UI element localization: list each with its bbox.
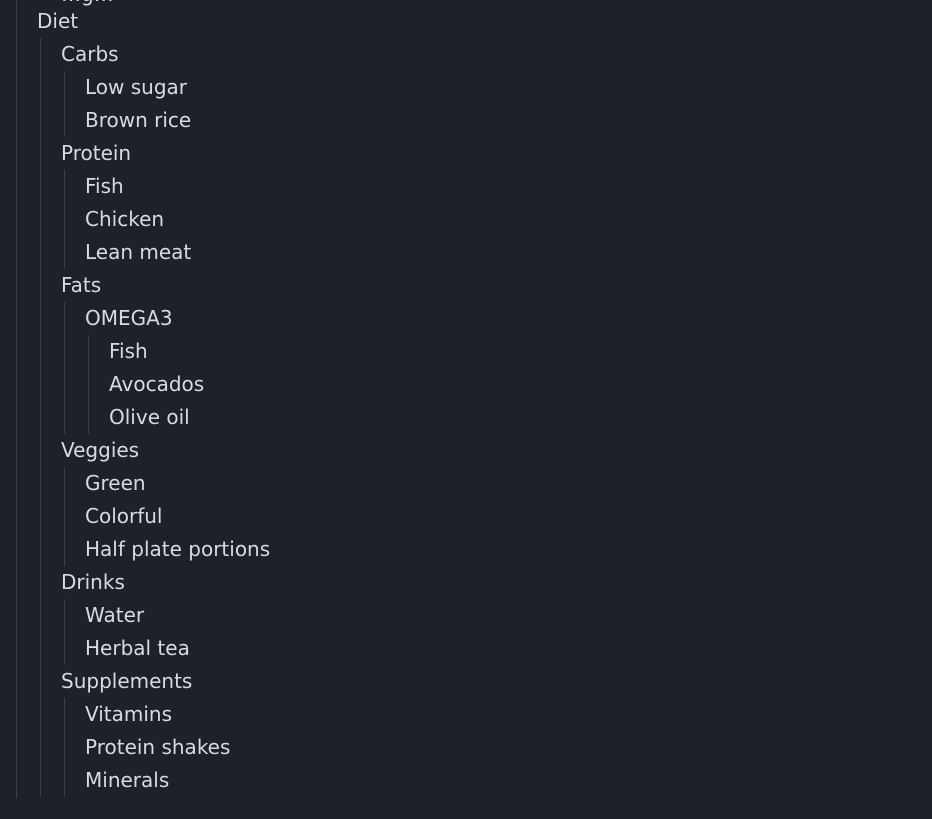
outline-item[interactable]: Carbs <box>61 38 119 71</box>
outline-item[interactable]: Water <box>85 599 144 632</box>
indent-guide-line <box>64 71 65 137</box>
outline-item[interactable]: Fish <box>85 170 124 203</box>
indent-guide-line <box>88 335 89 434</box>
outline-item[interactable]: Lean meat <box>85 236 191 269</box>
indent-guide-line <box>40 38 41 797</box>
outline-item[interactable]: Minerals <box>85 764 169 797</box>
outline-item[interactable]: Protein shakes <box>85 731 230 764</box>
outline-item[interactable]: Low sugar <box>85 71 187 104</box>
indent-guide-line <box>64 698 65 797</box>
outline-item[interactable]: OMEGA3 <box>85 302 173 335</box>
outline-item[interactable]: Chicken <box>85 203 164 236</box>
outline-item[interactable]: Colorful <box>85 500 163 533</box>
outline-tree: …g…DietCarbsLow sugarBrown riceProteinFi… <box>0 0 932 819</box>
outline-item[interactable]: Protein <box>61 137 131 170</box>
indent-guide-line <box>64 599 65 665</box>
indent-guide-line <box>16 0 17 798</box>
outline-item[interactable]: Fish <box>109 335 148 368</box>
indent-guide-line <box>64 302 65 434</box>
outline-item[interactable]: Supplements <box>61 665 192 698</box>
outline-item[interactable]: Veggies <box>61 434 139 467</box>
outline-item[interactable]: Brown rice <box>85 104 191 137</box>
outline-item[interactable]: Diet <box>37 5 78 38</box>
outline-item[interactable]: Half plate portions <box>85 533 270 566</box>
outline-item[interactable]: Olive oil <box>109 401 190 434</box>
indent-guide-line <box>64 467 65 566</box>
outline-item[interactable]: Fats <box>61 269 101 302</box>
outline-item[interactable]: Avocados <box>109 368 204 401</box>
indent-guide-line <box>64 170 65 269</box>
outline-item[interactable]: Vitamins <box>85 698 172 731</box>
outline-item[interactable]: Herbal tea <box>85 632 190 665</box>
outline-item[interactable]: Drinks <box>61 566 125 599</box>
outline-item[interactable]: Green <box>85 467 146 500</box>
